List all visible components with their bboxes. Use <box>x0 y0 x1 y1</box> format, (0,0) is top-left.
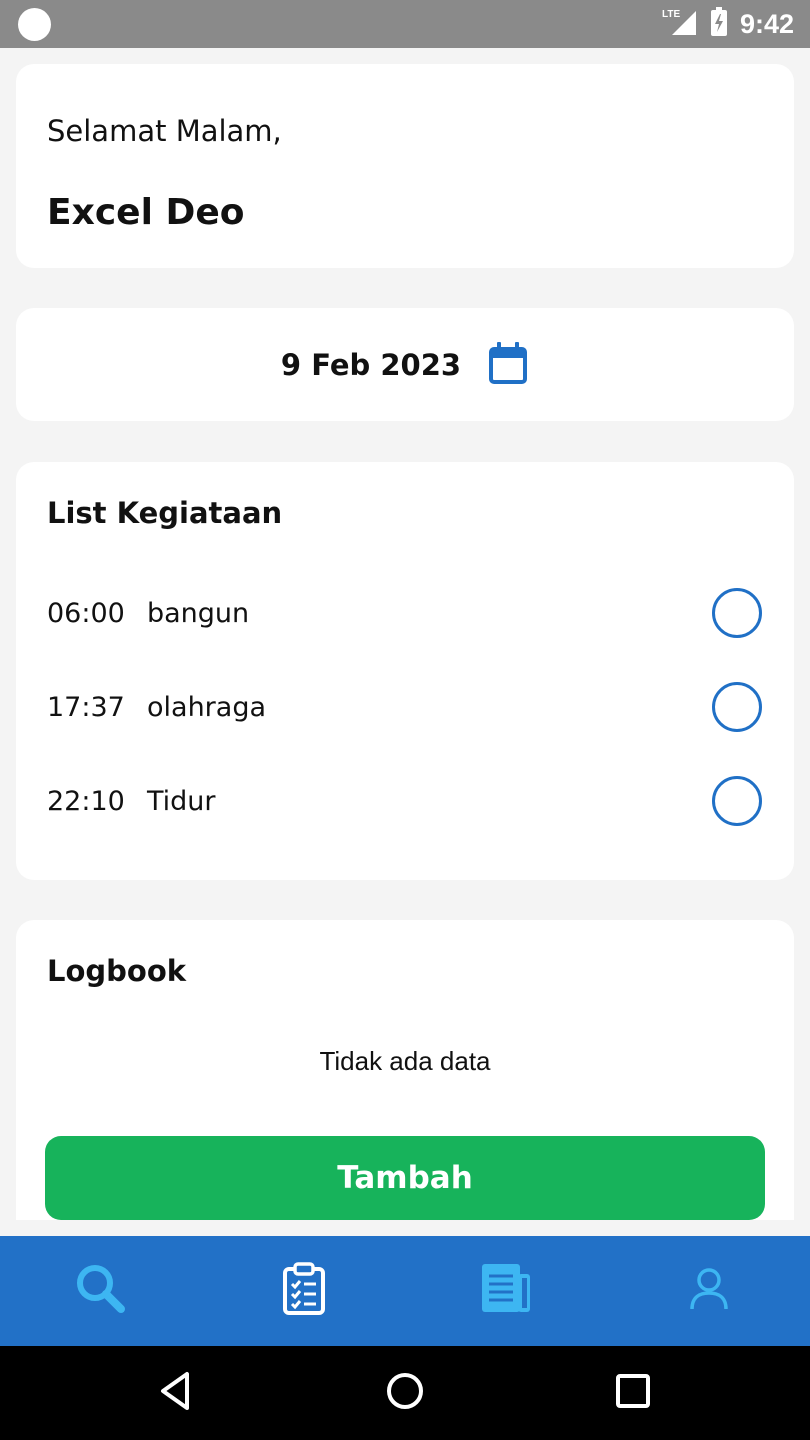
nav-item-profile[interactable] <box>608 1236 810 1346</box>
status-time: 9:42 <box>739 8 794 39</box>
clipboard-checklist-icon <box>282 1262 326 1320</box>
status-indicators: LTE 9:42 <box>662 0 794 48</box>
list-item: 22:10 Tidur <box>47 776 762 826</box>
recents-square-icon <box>613 1371 653 1415</box>
activity-done-radio[interactable] <box>712 588 762 638</box>
activity-time: 17:37 <box>47 691 125 723</box>
system-navigation-bar <box>0 1346 810 1440</box>
back-triangle-icon <box>157 1371 197 1415</box>
nav-item-logbook[interactable] <box>405 1236 608 1346</box>
activity-list-title: List Kegiataan <box>47 496 283 530</box>
notification-dot-icon <box>18 8 51 41</box>
home-button[interactable] <box>380 1368 430 1418</box>
back-button[interactable] <box>152 1368 202 1418</box>
user-name: Excel Deo <box>47 192 245 233</box>
list-item: 06:00 bangun <box>47 588 762 638</box>
add-logbook-button[interactable]: Tambah <box>45 1136 765 1220</box>
home-circle-icon <box>385 1371 425 1415</box>
activity-name: olahraga <box>147 691 267 723</box>
person-icon <box>689 1267 729 1315</box>
activity-done-radio[interactable] <box>712 682 762 732</box>
battery-charging-icon <box>710 7 728 41</box>
scroll-content[interactable]: Selamat Malam, Excel Deo 9 Feb 2023 List… <box>0 48 810 1220</box>
greeting-card: Selamat Malam, Excel Deo <box>16 64 794 268</box>
activity-time: 22:10 <box>47 785 125 817</box>
activity-list-card: List Kegiataan 06:00 bangun 17:37 olahra… <box>16 462 794 880</box>
calendar-icon[interactable] <box>487 340 529 390</box>
date-card: 9 Feb 2023 <box>16 308 794 421</box>
newspaper-icon <box>480 1262 532 1320</box>
activity-name: bangun <box>147 597 250 629</box>
logbook-card: Logbook Tidak ada data Tambah <box>16 920 794 1220</box>
greeting-salutation: Selamat Malam, <box>47 114 282 148</box>
recents-button[interactable] <box>608 1368 658 1418</box>
nav-item-activities[interactable] <box>203 1236 406 1346</box>
activity-done-radio[interactable] <box>712 776 762 826</box>
activity-time: 06:00 <box>47 597 125 629</box>
bottom-navigation <box>0 1236 810 1346</box>
nav-item-search[interactable] <box>0 1236 203 1346</box>
search-icon <box>74 1262 128 1320</box>
network-type-label: LTE <box>662 9 680 20</box>
list-item: 17:37 olahraga <box>47 682 762 732</box>
lte-signal-icon: LTE <box>662 7 698 41</box>
logbook-empty-text: Tidak ada data <box>319 1046 491 1076</box>
status-bar: LTE 9:42 <box>0 0 810 48</box>
selected-date: 9 Feb 2023 <box>280 347 462 382</box>
date-picker[interactable]: 9 Feb 2023 <box>16 308 794 421</box>
logbook-title: Logbook <box>47 954 187 988</box>
activity-name: Tidur <box>147 785 216 817</box>
